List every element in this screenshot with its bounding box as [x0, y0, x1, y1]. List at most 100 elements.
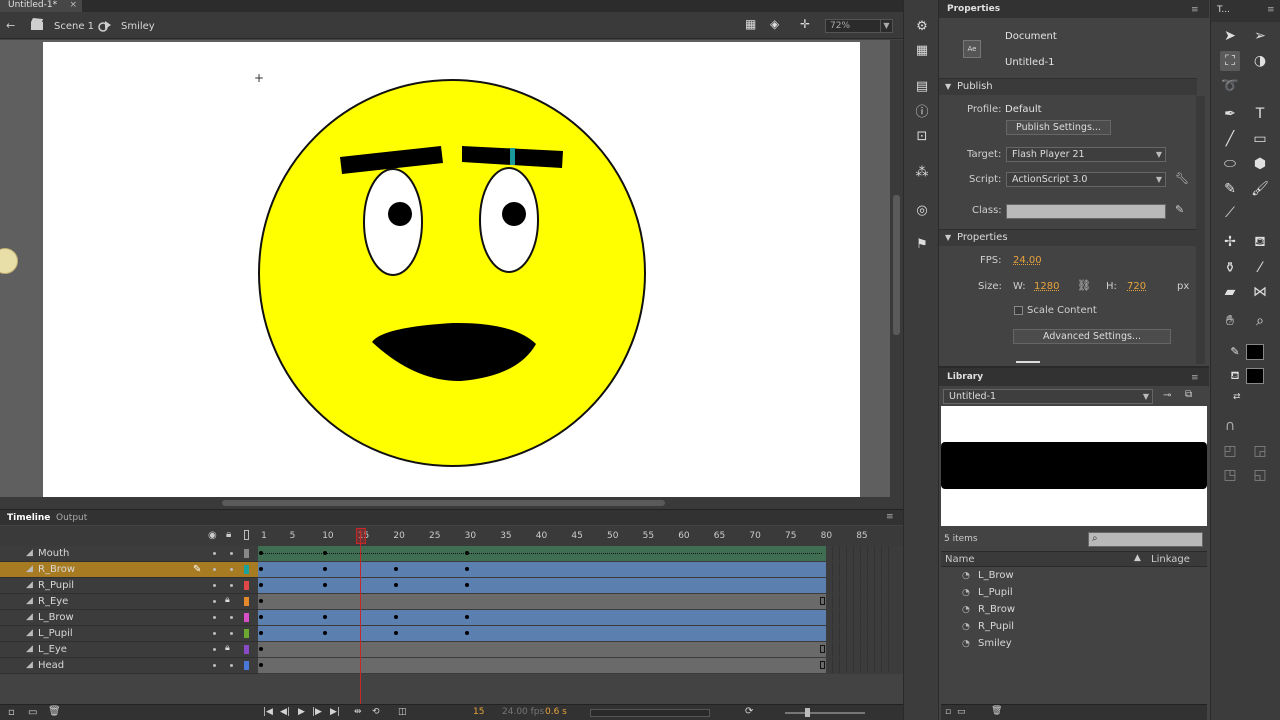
- library-document-select[interactable]: Untitled-1 ▼: [943, 389, 1153, 404]
- keyframe-dot[interactable]: [465, 583, 470, 587]
- delete-icon[interactable]: 🗑︎: [991, 706, 1002, 716]
- selection-tool-icon[interactable]: ➤: [1220, 26, 1240, 46]
- lock-toggle[interactable]: [230, 568, 233, 571]
- layer-frames[interactable]: [258, 578, 826, 593]
- name-column-header[interactable]: Name: [945, 554, 975, 565]
- stage-canvas[interactable]: +: [43, 42, 860, 497]
- layer-outline-color[interactable]: [244, 613, 249, 622]
- layer-row[interactable]: ◢ L_Brow: [0, 610, 258, 626]
- layer-name[interactable]: R_Brow: [38, 564, 75, 575]
- layer-outline-color[interactable]: [244, 661, 249, 670]
- panel-menu-icon[interactable]: ≡: [1191, 5, 1199, 15]
- code-snippets-icon[interactable]: ⁂: [913, 164, 931, 182]
- step-forward-icon[interactable]: |▶: [312, 707, 322, 717]
- class-input[interactable]: [1006, 204, 1166, 219]
- swap-colors-icon[interactable]: ⇄: [1233, 392, 1241, 402]
- fps-field[interactable]: 24.00: [1013, 255, 1042, 266]
- panel-menu-icon[interactable]: ≡: [1191, 373, 1199, 383]
- layer-outline-color[interactable]: [244, 549, 249, 558]
- components-icon[interactable]: ▤: [913, 78, 931, 96]
- keyframe-dot[interactable]: [259, 583, 263, 587]
- advanced-settings-button[interactable]: Advanced Settings...: [1013, 329, 1171, 344]
- lock-icon[interactable]: 🔒︎: [225, 595, 230, 605]
- visibility-toggle[interactable]: [213, 552, 216, 555]
- timeline-horizontal-scrollbar[interactable]: [590, 709, 710, 717]
- publish-section-header[interactable]: ▼ Publish: [939, 78, 1197, 95]
- eye-icon[interactable]: ◉: [208, 530, 217, 541]
- layer-name[interactable]: Mouth: [38, 548, 69, 559]
- stage-vertical-scrollbar[interactable]: [890, 40, 903, 497]
- visibility-toggle[interactable]: [213, 616, 216, 619]
- motion-presets-icon[interactable]: ⚙: [913, 18, 931, 36]
- 3d-rotation-tool-icon[interactable]: ◑: [1250, 51, 1270, 71]
- ink-bottle-tool-icon[interactable]: ⚱: [1220, 258, 1240, 278]
- lasso-tool-icon[interactable]: ➰: [1220, 76, 1240, 96]
- visibility-toggle[interactable]: [213, 664, 216, 667]
- fps-value[interactable]: 24.00 fps: [502, 707, 544, 717]
- new-library-panel-icon[interactable]: ⧉: [1185, 389, 1192, 400]
- brush-tool-icon[interactable]: ⟋: [1220, 203, 1240, 223]
- stroke-color-swatch[interactable]: [1246, 344, 1264, 360]
- library-item[interactable]: R_Pupil: [978, 621, 1014, 632]
- color-swatch-partial[interactable]: [1016, 361, 1040, 363]
- library-item[interactable]: R_Brow: [978, 604, 1015, 615]
- panel-menu-icon[interactable]: ≡: [1267, 5, 1275, 15]
- panel-menu-icon[interactable]: ≡: [886, 512, 894, 522]
- keyframe-dot[interactable]: [465, 631, 470, 635]
- link-icon[interactable]: ⛓︎: [1077, 279, 1091, 292]
- layer-frames[interactable]: [258, 626, 826, 641]
- keyframe-dot[interactable]: [323, 615, 328, 619]
- straighten-icon[interactable]: ◲: [1250, 441, 1270, 461]
- option-b-icon[interactable]: ◱: [1250, 465, 1270, 485]
- visibility-toggle[interactable]: [213, 648, 216, 651]
- target-select[interactable]: Flash Player 21 ▼: [1006, 147, 1166, 162]
- info-icon[interactable]: ⓘ: [913, 104, 931, 122]
- layer-row[interactable]: ◢ R_Pupil: [0, 578, 258, 594]
- lock-toggle[interactable]: [230, 664, 233, 667]
- layer-outline-color[interactable]: [244, 629, 249, 638]
- lock-toggle[interactable]: [230, 584, 233, 587]
- scale-content-checkbox[interactable]: [1014, 306, 1023, 315]
- paint-bucket-tool-icon[interactable]: ⛾: [1250, 232, 1270, 252]
- layer-outline-color[interactable]: [244, 597, 249, 606]
- visibility-toggle[interactable]: [213, 584, 216, 587]
- line-tool-icon[interactable]: ╱: [1220, 129, 1240, 149]
- frame-width-slider[interactable]: [785, 712, 865, 714]
- layer-outline-color[interactable]: [244, 581, 249, 590]
- keyframe-dot[interactable]: [259, 567, 263, 571]
- layer-name[interactable]: L_Pupil: [38, 628, 73, 639]
- layer-name[interactable]: L_Brow: [38, 612, 74, 623]
- empty-frames[interactable]: [826, 546, 890, 561]
- pin-icon[interactable]: ⊸: [1163, 390, 1171, 401]
- sync-icon[interactable]: ⟳: [745, 706, 753, 717]
- lock-toggle[interactable]: [230, 632, 233, 635]
- center-frame-icon[interactable]: ⇹: [354, 707, 362, 717]
- oval-tool-icon[interactable]: ⬭: [1220, 154, 1240, 174]
- frame-width-slider-handle[interactable]: [805, 708, 810, 717]
- tab-timeline[interactable]: Timeline: [7, 513, 50, 523]
- fill-color-swatch[interactable]: [1246, 368, 1264, 384]
- layer-row[interactable]: ◢ L_Pupil: [0, 626, 258, 642]
- go-to-first-frame-icon[interactable]: |◀: [263, 707, 273, 717]
- onion-skin-icon[interactable]: ◫: [398, 707, 407, 717]
- pencil-tool-icon[interactable]: ✎: [1220, 179, 1240, 199]
- keyframe-dot[interactable]: [394, 631, 399, 635]
- tab-output[interactable]: Output: [56, 513, 87, 523]
- lock-icon[interactable]: 🔒︎: [226, 529, 231, 540]
- layer-name[interactable]: L_Eye: [38, 644, 67, 655]
- layer-row[interactable]: ◢ R_Eye 🔒︎: [0, 594, 258, 610]
- properties-scrollbar[interactable]: [1196, 96, 1205, 364]
- layer-outline-color[interactable]: [244, 565, 249, 574]
- transform-icon[interactable]: ⊡: [913, 128, 931, 146]
- smiley-drawing[interactable]: [43, 42, 860, 497]
- step-back-icon[interactable]: ◀|: [280, 707, 290, 717]
- pen-tool-icon[interactable]: ✒: [1220, 104, 1240, 124]
- zoom-dropdown[interactable]: 72% ▼: [825, 19, 893, 33]
- keyframe-dot[interactable]: [394, 583, 399, 587]
- layer-name[interactable]: R_Pupil: [38, 580, 74, 591]
- align-icon[interactable]: ▦: [913, 42, 931, 60]
- wrench-icon[interactable]: 🔧︎: [1175, 172, 1189, 185]
- library-item[interactable]: L_Brow: [978, 570, 1014, 581]
- delete-layer-icon[interactable]: 🗑︎: [48, 706, 61, 717]
- smooth-icon[interactable]: ◰: [1220, 441, 1240, 461]
